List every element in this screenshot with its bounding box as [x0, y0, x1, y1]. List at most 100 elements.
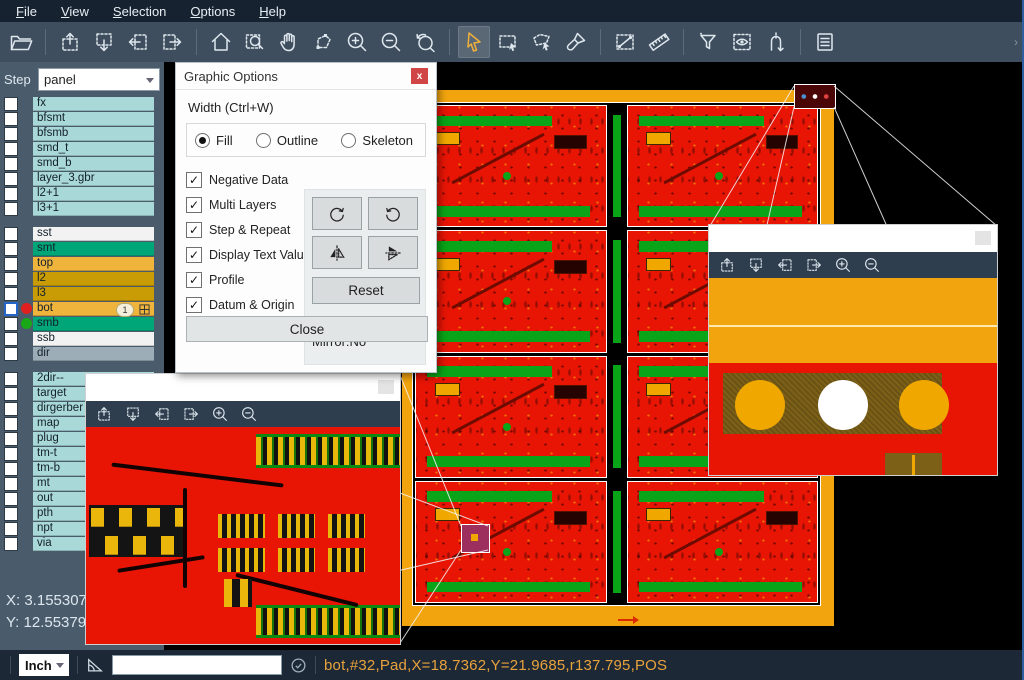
layer-row-ssb[interactable]: ssb [0, 331, 164, 346]
layer-row-l3[interactable]: l3 [0, 286, 164, 301]
layer-checkbox[interactable] [4, 127, 18, 141]
tool-pan-up[interactable] [54, 26, 86, 58]
dialog-titlebar[interactable]: Graphic Options x [176, 63, 436, 90]
layer-checkbox[interactable] [4, 372, 18, 386]
unit-select[interactable]: Inch [19, 654, 69, 676]
layer-checkbox[interactable] [4, 302, 18, 316]
reset-button[interactable]: Reset [312, 277, 420, 304]
layer-color-dot[interactable] [20, 302, 33, 315]
layer-checkbox[interactable] [4, 97, 18, 111]
command-input[interactable] [112, 655, 282, 675]
checkbox-profile[interactable]: ✓Profile [186, 267, 311, 292]
layer-checkbox[interactable] [4, 112, 18, 126]
popup-tool-zoom-in[interactable] [833, 255, 853, 275]
layer-color-dot[interactable] [20, 432, 33, 445]
layer-row-bfsmb[interactable]: bfsmb [0, 126, 164, 141]
flip-horizontal-button[interactable] [312, 236, 362, 269]
layer-name[interactable]: bfsmb [33, 127, 154, 141]
rotate-ccw-button[interactable] [368, 197, 418, 230]
popup-tool-zoom-in[interactable] [210, 404, 230, 424]
layer-checkbox[interactable] [4, 287, 18, 301]
zoom-window-bottom-left[interactable] [85, 373, 401, 645]
layer-color-dot[interactable] [20, 332, 33, 345]
popup-titlebar[interactable] [709, 225, 997, 252]
layer-checkbox[interactable] [4, 187, 18, 201]
popup-tool-pan-left[interactable] [152, 404, 172, 424]
tool-zoom-window[interactable] [239, 26, 271, 58]
tool-ruler[interactable] [643, 26, 675, 58]
layer-color-dot[interactable] [20, 202, 33, 215]
popup-minimize-button[interactable] [975, 231, 991, 245]
checkbox-negative-data[interactable]: ✓Negative Data [186, 167, 311, 192]
layer-row-l3+1[interactable]: l3+1 [0, 201, 164, 216]
tool-select-arrow[interactable] [458, 26, 490, 58]
layer-name[interactable]: ssb [33, 332, 154, 346]
popup-tool-zoom-out[interactable] [239, 404, 259, 424]
menu-selection[interactable]: Selection [103, 2, 176, 21]
selection-rect[interactable] [461, 524, 490, 553]
popup-tool-zoom-out[interactable] [862, 255, 882, 275]
tool-select-poly[interactable] [526, 26, 558, 58]
layer-checkbox[interactable] [4, 417, 18, 431]
layer-color-dot[interactable] [20, 272, 33, 285]
tool-view-options[interactable] [726, 26, 758, 58]
board-cell[interactable] [627, 481, 819, 603]
popup-tool-pan-right[interactable] [181, 404, 201, 424]
flip-vertical-button[interactable] [368, 236, 418, 269]
layer-name[interactable]: l3+1 [33, 202, 154, 216]
tool-report[interactable] [809, 26, 841, 58]
popup-tool-pan-down[interactable] [123, 404, 143, 424]
layer-name[interactable]: smd_b [33, 157, 154, 171]
layer-color-dot[interactable] [20, 97, 33, 110]
layer-name[interactable]: sst [33, 227, 154, 241]
layer-color-dot[interactable] [20, 387, 33, 400]
layer-row-bfsmt[interactable]: bfsmt [0, 111, 164, 126]
layer-color-dot[interactable] [20, 127, 33, 140]
layer-checkbox[interactable] [4, 347, 18, 361]
popup-tool-pan-down[interactable] [746, 255, 766, 275]
history-check-icon[interactable] [290, 657, 307, 674]
tool-pan-hand[interactable] [273, 26, 305, 58]
grid-icon[interactable] [139, 304, 150, 315]
tool-open-file[interactable] [5, 26, 37, 58]
popup-tool-pan-left[interactable] [775, 255, 795, 275]
popup-tool-pan-right[interactable] [804, 255, 824, 275]
layer-checkbox[interactable] [4, 477, 18, 491]
layer-name[interactable]: bot1 [33, 302, 154, 316]
layer-color-dot[interactable] [20, 477, 33, 490]
layer-checkbox[interactable] [4, 227, 18, 241]
menu-options[interactable]: Options [180, 2, 245, 21]
layer-checkbox[interactable] [4, 242, 18, 256]
layer-checkbox[interactable] [4, 272, 18, 286]
layer-checkbox[interactable] [4, 507, 18, 521]
checkbox-step-repeat[interactable]: ✓Step & Repeat [186, 217, 311, 242]
tool-zoom-previous[interactable] [409, 26, 441, 58]
layer-row-smd_b[interactable]: smd_b [0, 156, 164, 171]
menu-help[interactable]: Help [249, 2, 296, 21]
tool-zoom-drag[interactable] [307, 26, 339, 58]
board-cell[interactable] [415, 356, 607, 478]
toolbar-overflow-icon[interactable]: › [1014, 35, 1018, 49]
board-cell[interactable] [415, 481, 607, 603]
radio-skeleton[interactable]: Skeleton [341, 133, 413, 148]
layer-checkbox[interactable] [4, 332, 18, 346]
tool-zoom-in[interactable] [341, 26, 373, 58]
layer-color-dot[interactable] [20, 112, 33, 125]
layer-name[interactable]: smd_t [33, 142, 154, 156]
layer-row-smb[interactable]: smb [0, 316, 164, 331]
layer-checkbox[interactable] [4, 317, 18, 331]
tool-unroute[interactable] [760, 26, 792, 58]
checkbox-multi-layers[interactable]: ✓Multi Layers [186, 192, 311, 217]
tool-brush[interactable] [560, 26, 592, 58]
layer-name[interactable]: fx [33, 97, 154, 111]
layer-name[interactable]: l3 [33, 287, 154, 301]
layer-name[interactable]: smt [33, 242, 154, 256]
tool-select-rect[interactable] [492, 26, 524, 58]
tool-home[interactable] [205, 26, 237, 58]
layer-name[interactable]: top [33, 257, 154, 271]
layer-color-dot[interactable] [20, 257, 33, 270]
menu-file[interactable]: File [6, 2, 47, 21]
tool-filter[interactable] [692, 26, 724, 58]
layer-color-dot[interactable] [20, 417, 33, 430]
board-cell[interactable] [627, 105, 819, 227]
